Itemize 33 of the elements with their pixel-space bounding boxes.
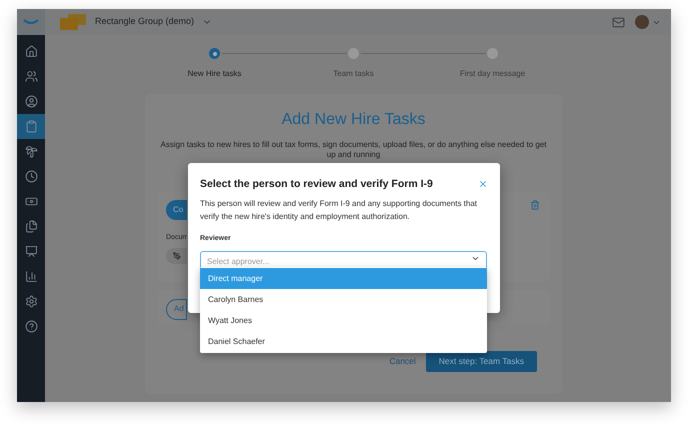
home-icon (24, 45, 38, 58)
modal-title: Select the person to review and verify Form I-9 (200, 177, 433, 192)
company-logo-icon (60, 14, 86, 30)
dropdown-option[interactable]: Wyatt Jones (200, 310, 487, 331)
step-label[interactable]: New Hire tasks (188, 68, 242, 80)
add-task-button[interactable]: Ad (166, 298, 187, 320)
dropdown-option[interactable]: Daniel Schaefer (200, 331, 487, 352)
company-name: Rectangle Group (demo) (95, 15, 194, 28)
bar-chart-icon (24, 270, 38, 283)
task-button[interactable]: Co (166, 200, 187, 220)
pen-icon (173, 252, 181, 260)
page-description: Assign tasks to new hires to fill out tax forms, sign documents, upload files, or do anything else needed to get up and running (160, 140, 548, 160)
modal-description: This person will review and verify Form I-9 and any supporting documents that verify the new hire's identity and employment authorization. (200, 198, 478, 223)
settings-icon (24, 295, 38, 308)
person-circle-icon (24, 95, 38, 108)
logo-icon (23, 19, 39, 25)
step-label[interactable]: First day message (460, 68, 526, 80)
avatar[interactable] (635, 15, 649, 29)
cancel-link[interactable]: Cancel (389, 355, 416, 368)
dropdown-option[interactable]: Direct manager (200, 268, 487, 289)
clock-icon (24, 170, 38, 183)
step-label[interactable]: Team tasks (333, 68, 374, 80)
documents-icon (24, 220, 38, 233)
help-icon (24, 320, 38, 333)
mail-icon[interactable] (612, 16, 625, 28)
clipboard-icon (24, 120, 38, 133)
people-icon (24, 70, 38, 83)
close-button[interactable] (478, 179, 488, 189)
page-title: Add New Hire Tasks (280, 110, 426, 130)
palm-tree-icon (24, 145, 38, 158)
dropdown-option[interactable]: Carolyn Barnes (200, 289, 487, 310)
next-step-button[interactable]: Next step: Team Tasks (426, 351, 537, 372)
banknote-icon (24, 195, 38, 208)
